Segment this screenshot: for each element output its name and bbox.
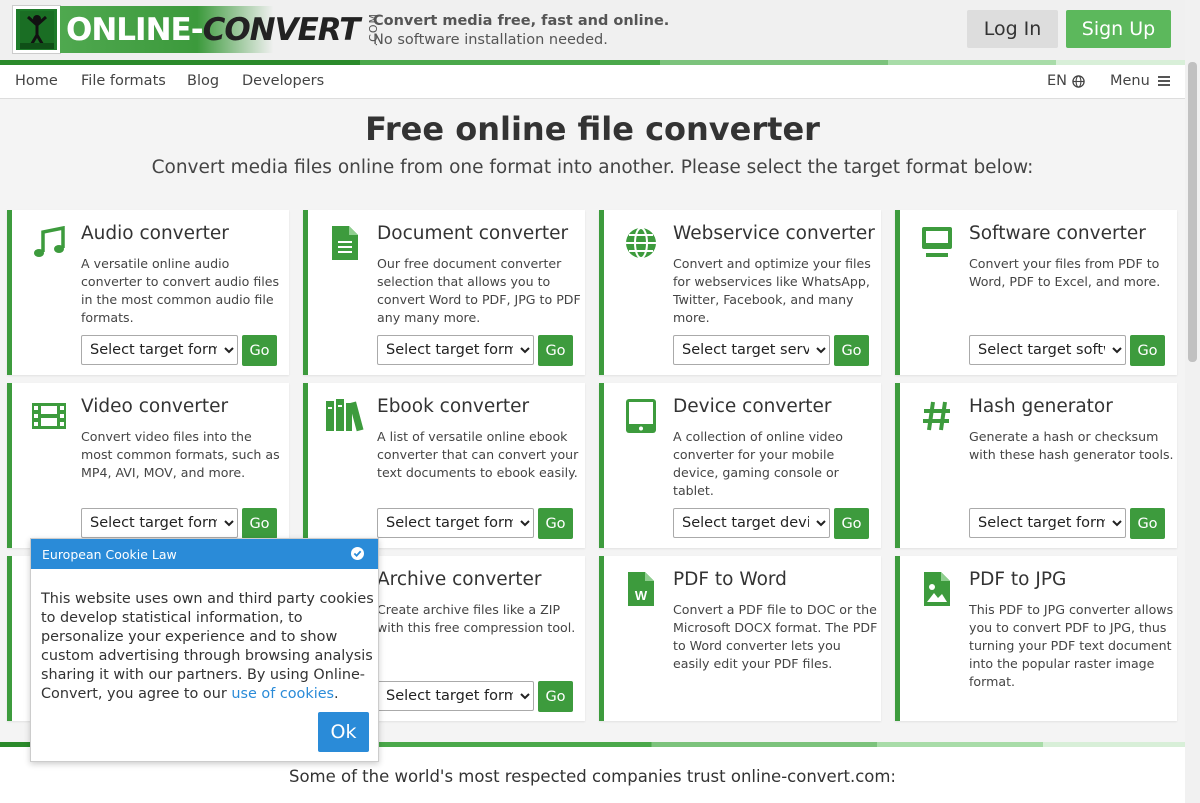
monitor-icon — [918, 224, 956, 262]
cookie-policy-link[interactable]: use of cookies — [231, 686, 334, 702]
cookie-ok-button[interactable]: Ok — [318, 712, 369, 752]
tagline-primary: Convert media free, fast and online. — [373, 13, 670, 29]
card-description: A versatile online audio converter to co… — [81, 256, 280, 325]
audio-go-button[interactable]: Go — [242, 335, 277, 366]
hash-go-button[interactable]: Go — [1130, 508, 1165, 539]
image-file-icon — [918, 570, 956, 608]
cookie-banner-title: European Cookie Law — [42, 547, 177, 562]
card-description: Generate a hash or checksum with these h… — [969, 429, 1174, 462]
hash-icon — [918, 397, 956, 435]
card-title: PDF to JPG — [969, 569, 1067, 590]
card-ebook-converter: Ebook converter A list of versatile onli… — [303, 383, 585, 548]
card-title: Ebook converter — [377, 396, 530, 417]
page-title: Free online file converter — [365, 110, 820, 148]
logo[interactable]: ONLINE- CONVERT .COM — [12, 5, 380, 54]
audio-format-select[interactable]: Select target format — [81, 335, 238, 365]
card-title: Device converter — [673, 396, 832, 417]
card-title: Hash generator — [969, 396, 1113, 417]
language-label: EN — [1047, 73, 1068, 89]
nav-file-formats[interactable]: File formats — [81, 73, 166, 89]
main-nav: Home File formats Blog Developers EN Men… — [0, 65, 1200, 99]
card-description: Convert a PDF file to DOC or the Microso… — [673, 602, 878, 671]
card-description: A list of versatile online ebook convert… — [377, 429, 579, 480]
archive-go-button[interactable]: Go — [538, 681, 573, 712]
video-format-select[interactable]: Select target format — [81, 508, 238, 538]
nav-developers[interactable]: Developers — [242, 73, 324, 89]
svg-text:W: W — [635, 588, 648, 603]
card-description: This PDF to JPG converter allows you to … — [969, 602, 1174, 689]
device-select[interactable]: Select target device — [673, 508, 830, 538]
document-icon — [326, 224, 364, 262]
word-file-icon: W — [622, 570, 660, 608]
document-format-select[interactable]: Select target format — [377, 335, 534, 365]
card-title: PDF to Word — [673, 569, 787, 590]
signup-button[interactable]: Sign Up — [1066, 10, 1171, 48]
software-go-button[interactable]: Go — [1130, 335, 1165, 366]
card-pdf-to-word[interactable]: W PDF to Word Convert a PDF file to DOC … — [599, 556, 881, 721]
card-title: Document converter — [377, 223, 569, 244]
card-device-converter: Device converter A collection of online … — [599, 383, 881, 548]
card-video-converter: Video converter Convert video files into… — [7, 383, 289, 548]
card-description: Create archive files like a ZIP with thi… — [377, 602, 576, 635]
hamburger-icon — [1157, 76, 1170, 86]
nav-blog[interactable]: Blog — [187, 73, 219, 89]
nav-home[interactable]: Home — [15, 73, 58, 89]
card-description: A collection of online video converter f… — [673, 429, 844, 498]
menu-label: Menu — [1110, 73, 1150, 89]
check-circle-icon[interactable] — [351, 547, 364, 560]
webservice-select[interactable]: Select target service — [673, 335, 830, 365]
books-icon — [326, 397, 364, 435]
card-description: Convert and optimize your files for webs… — [673, 256, 871, 325]
tagline-secondary: No software installation needed. — [373, 32, 608, 48]
cookie-banner-text: This website uses own and third party co… — [41, 591, 374, 702]
webservice-go-button[interactable]: Go — [834, 335, 869, 366]
software-select[interactable]: Select target software — [969, 335, 1126, 365]
music-icon — [30, 224, 68, 262]
globe-icon — [1072, 74, 1085, 88]
card-description: Our free document converter selection th… — [377, 256, 581, 325]
globe-icon — [622, 224, 660, 262]
card-title: Webservice converter — [673, 223, 875, 244]
card-webservice-converter: Webservice converter Convert and optimiz… — [599, 210, 881, 375]
card-description: Convert video files into the most common… — [81, 429, 280, 480]
card-title: Archive converter — [377, 569, 542, 590]
ebook-go-button[interactable]: Go — [538, 508, 573, 539]
card-title: Video converter — [81, 396, 229, 417]
tablet-icon — [622, 397, 660, 435]
card-title: Audio converter — [81, 223, 229, 244]
logo-wordmark: ONLINE- CONVERT — [60, 6, 366, 53]
site-header: ONLINE- CONVERT .COM Convert media free, … — [0, 0, 1200, 60]
cookie-banner-header: European Cookie Law — [31, 539, 378, 569]
card-title: Software converter — [969, 223, 1146, 244]
card-hash-generator: Hash generator Generate a hash or checks… — [895, 383, 1177, 548]
logo-figure-icon — [12, 5, 61, 54]
card-description: Convert your files from PDF to Word, PDF… — [969, 256, 1161, 289]
card-software-converter: Software converter Convert your files fr… — [895, 210, 1177, 375]
cookie-banner: European Cookie Law This website uses ow… — [30, 538, 379, 762]
card-audio-converter: Audio converter A versatile online audio… — [7, 210, 289, 375]
tagline: Convert media free, fast and online. No … — [373, 12, 669, 50]
menu-toggle[interactable]: Menu — [1110, 73, 1170, 89]
ebook-format-select[interactable]: Select target format — [377, 508, 534, 538]
login-button[interactable]: Log In — [967, 10, 1058, 48]
document-go-button[interactable]: Go — [538, 335, 573, 366]
scrollbar[interactable] — [1185, 0, 1200, 803]
video-go-button[interactable]: Go — [242, 508, 277, 539]
scrollbar-thumb[interactable] — [1188, 62, 1197, 362]
film-icon — [30, 397, 68, 435]
hash-select[interactable]: Select target format — [969, 508, 1126, 538]
page-subtitle: Convert media files online from one form… — [151, 157, 1034, 178]
card-document-converter: Document converter Our free document con… — [303, 210, 585, 375]
archive-format-select[interactable]: Select target format — [377, 681, 534, 711]
card-pdf-to-jpg[interactable]: PDF to JPG This PDF to JPG converter all… — [895, 556, 1177, 721]
device-go-button[interactable]: Go — [834, 508, 869, 539]
language-selector[interactable]: EN — [1047, 73, 1085, 89]
